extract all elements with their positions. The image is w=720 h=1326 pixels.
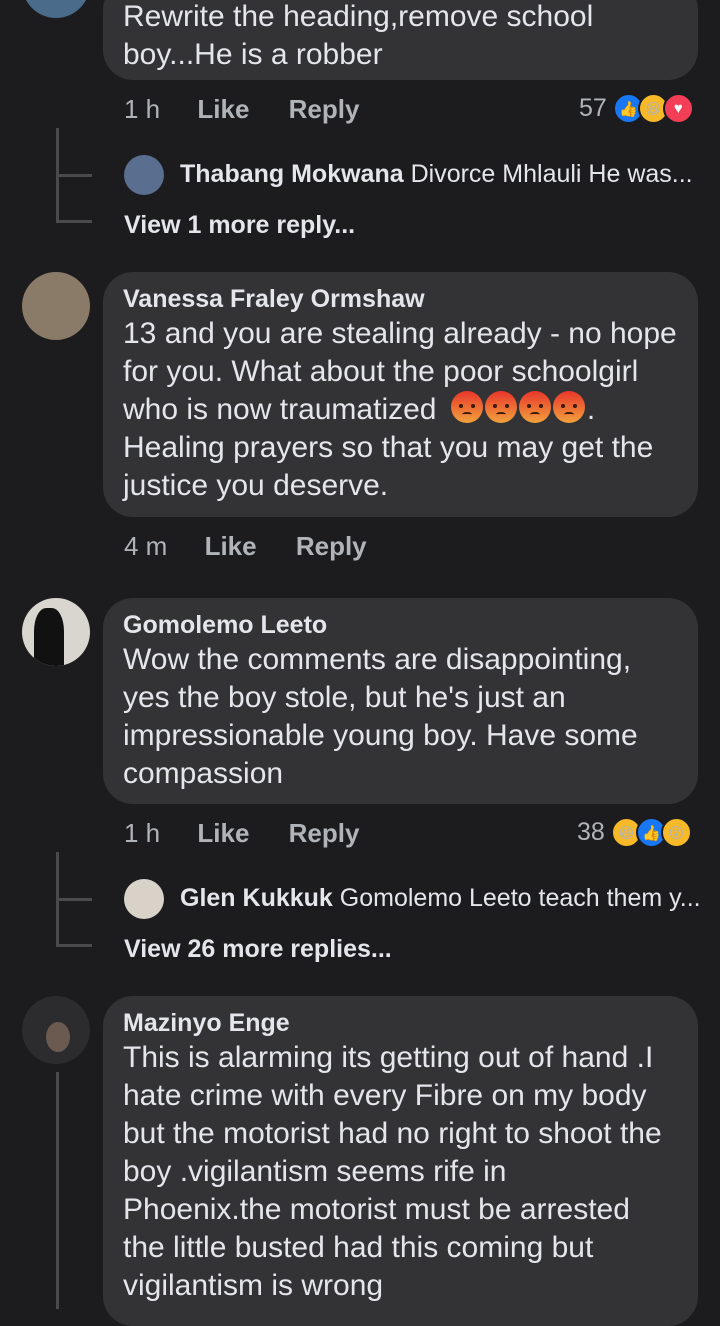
- reply-button[interactable]: Reply: [289, 818, 360, 848]
- comment-author[interactable]: Vanessa Fraley Ormshaw: [123, 283, 678, 315]
- reply-preview[interactable]: Glen Kukkuk Gomolemo Leeto teach them y.…: [180, 884, 701, 913]
- comment-text-line: Rewrite the heading,remove school: [123, 0, 594, 33]
- reactions-summary[interactable]: 38 😆 👍 😮: [577, 817, 692, 848]
- comment-time: 1 h: [124, 818, 161, 848]
- reply-snippet: Divorce Mhlauli He was...: [410, 160, 693, 188]
- reply-button[interactable]: Reply: [289, 94, 360, 124]
- reply-avatar[interactable]: [124, 155, 164, 195]
- comment-text-line: hate crime with every Fibre on my body: [123, 1079, 647, 1112]
- comment-text-line: impressionable young boy. Have some: [123, 719, 638, 752]
- comment-text-line: vigilantism is wrong: [123, 1269, 384, 1302]
- comment-text-line: yes the boy stole, but he's just an: [123, 681, 566, 714]
- reply-author[interactable]: Thabang Mokwana: [180, 160, 404, 188]
- comment-text-line: Wow the comments are disappointing,: [123, 643, 632, 676]
- thread-line: [56, 174, 92, 177]
- reply-author[interactable]: Glen Kukkuk: [180, 884, 333, 912]
- comment-bubble: Vanessa Fraley Ormshaw 13 and you are st…: [103, 272, 698, 517]
- avatar[interactable]: [22, 598, 90, 666]
- thread-line: [56, 944, 92, 947]
- view-more-replies[interactable]: View 26 more replies...: [124, 935, 392, 964]
- comment-text-line: the little busted had this coming but: [123, 1231, 594, 1264]
- comment-author[interactable]: Gomolemo Leeto: [123, 609, 678, 641]
- avatar[interactable]: [22, 0, 90, 18]
- comment-text-line: boy .vigilantism seems rife in: [123, 1155, 507, 1188]
- comment-text-line-with-emoji: who is now traumatized .: [123, 391, 596, 426]
- comment-author[interactable]: Mazinyo Enge: [123, 1007, 678, 1039]
- comment-time: 1 h: [124, 94, 161, 124]
- comment-bubble: Mazinyo Enge This is alarming its gettin…: [103, 996, 698, 1326]
- avatar[interactable]: [22, 996, 90, 1064]
- like-button[interactable]: Like: [197, 818, 249, 848]
- comment-text-line: This is alarming its getting out of hand…: [123, 1041, 654, 1074]
- comment-text-line: Phoenix.the motorist must be arrested: [123, 1193, 630, 1226]
- comment-time: 4 m: [124, 531, 168, 561]
- thread-line: [56, 898, 92, 901]
- comment-text-line: compassion: [123, 757, 284, 790]
- reply-button[interactable]: Reply: [296, 531, 367, 561]
- reply-snippet: Gomolemo Leeto teach them y...: [339, 884, 701, 912]
- angry-face-emoji: [484, 391, 517, 423]
- comment-text-line: who is now traumatized: [123, 393, 437, 426]
- reaction-count: 38: [577, 818, 605, 846]
- reply-preview[interactable]: Thabang Mokwana Divorce Mhlauli He was..…: [180, 160, 693, 189]
- like-button[interactable]: Like: [197, 94, 249, 124]
- thread-line: [56, 1072, 59, 1309]
- angry-face-emoji: [552, 391, 585, 423]
- comment-text-line: boy...He is a robber: [123, 38, 383, 71]
- comment-text-line: justice you deserve.: [123, 469, 389, 502]
- view-more-replies[interactable]: View 1 more reply...: [124, 211, 355, 240]
- comment-text-line: but the motorist had no right to shoot t…: [123, 1117, 662, 1150]
- wow-icon: 😮: [660, 817, 692, 848]
- comment-text-line: 13 and you are stealing already - no hop…: [123, 317, 677, 350]
- thread-line: [56, 220, 92, 223]
- love-icon: ♥: [662, 93, 694, 124]
- comment-text-line: Healing prayers so that you may get the: [123, 431, 654, 464]
- comment-bubble: Gomolemo Leeto Wow the comments are disa…: [103, 598, 698, 804]
- angry-face-emoji: [518, 391, 551, 423]
- avatar[interactable]: [22, 272, 90, 340]
- reply-avatar[interactable]: [124, 879, 164, 919]
- comment-bubble: Rewrite the heading,remove school boy...…: [103, 0, 698, 80]
- reactions-summary[interactable]: 57 👍 😆 ♥: [579, 93, 694, 124]
- comment-text-line: for you. What about the poor schoolgirl: [123, 355, 639, 388]
- like-button[interactable]: Like: [205, 531, 257, 561]
- angry-face-emoji: [450, 391, 483, 423]
- reaction-count: 57: [579, 94, 607, 122]
